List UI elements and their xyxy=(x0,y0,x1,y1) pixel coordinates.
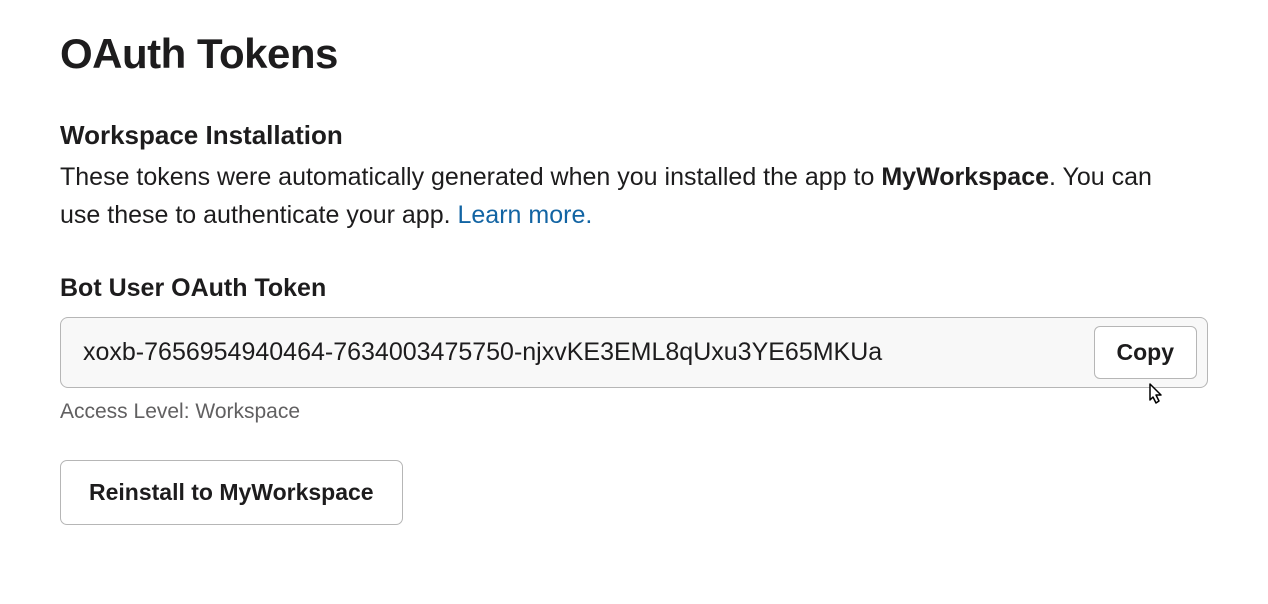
copy-button[interactable]: Copy xyxy=(1094,326,1198,379)
learn-more-link[interactable]: Learn more. xyxy=(458,201,593,229)
description-prefix: These tokens were automatically generate… xyxy=(60,163,881,191)
page-title: OAuth Tokens xyxy=(60,30,1208,78)
reinstall-button[interactable]: Reinstall to MyWorkspace xyxy=(60,460,403,525)
workspace-name: MyWorkspace xyxy=(881,163,1049,191)
bot-token-value[interactable]: xoxb-7656954940464-7634003475750-njxvKE3… xyxy=(83,338,1078,367)
workspace-installation-heading: Workspace Installation xyxy=(60,120,1208,151)
bot-token-field: xoxb-7656954940464-7634003475750-njxvKE3… xyxy=(60,317,1208,388)
workspace-installation-description: These tokens were automatically generate… xyxy=(60,159,1160,234)
access-level-text: Access Level: Workspace xyxy=(60,400,1208,424)
bot-token-label: Bot User OAuth Token xyxy=(60,274,1208,303)
